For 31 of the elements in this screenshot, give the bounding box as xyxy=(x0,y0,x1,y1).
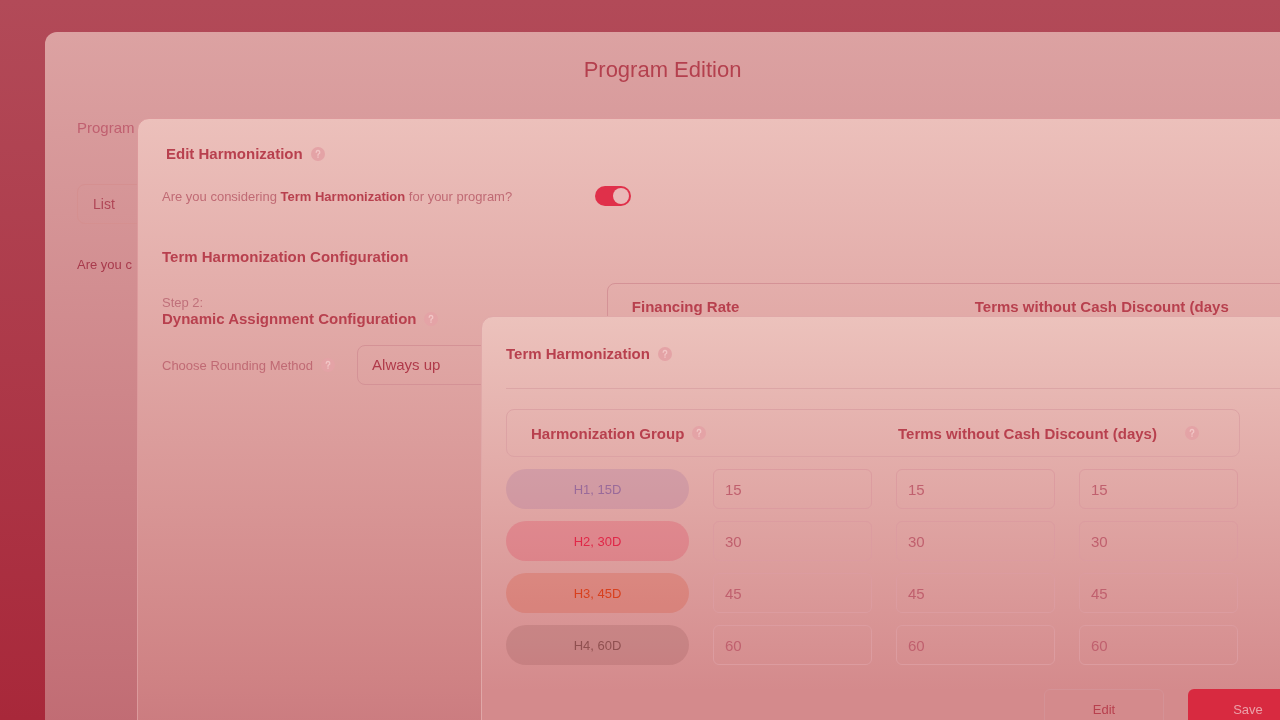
input-field[interactable]: 15 xyxy=(713,469,872,509)
question-text: Are you c xyxy=(77,257,132,272)
section-title: Term Harmonization Configuration xyxy=(162,248,410,265)
column-header: Harmonization Group xyxy=(531,424,685,442)
column-header: Terms without Cash Discount (days xyxy=(974,298,1229,317)
column-header: Terms without Cash Discount (days) xyxy=(898,424,1157,442)
help-icon[interactable] xyxy=(657,346,672,361)
toggle-switch[interactable] xyxy=(595,186,631,206)
input-field[interactable]: 30 xyxy=(1079,521,1238,561)
input-field[interactable]: 30 xyxy=(896,521,1055,561)
column-header: Financing Rate xyxy=(631,298,741,317)
input-field[interactable]: 45 xyxy=(713,573,872,613)
input-field[interactable]: 30 xyxy=(713,521,872,561)
group-tag: H2, 30D xyxy=(506,521,689,561)
edit-button[interactable]: Edit xyxy=(1044,689,1164,720)
help-icon[interactable] xyxy=(424,311,439,326)
window-title: Program Edition xyxy=(582,57,743,83)
input-field[interactable]: 15 xyxy=(896,469,1055,509)
input-field[interactable]: 15 xyxy=(1079,469,1238,509)
tab-label[interactable]: Program xyxy=(77,119,135,136)
step-label: Step 2: xyxy=(162,295,205,310)
field-label: Choose Rounding Method xyxy=(162,357,314,373)
help-icon[interactable] xyxy=(310,146,325,161)
step-title: Dynamic Assignment Configuration xyxy=(162,310,417,327)
save-button[interactable]: Save xyxy=(1188,689,1280,720)
input-field[interactable]: 45 xyxy=(1079,573,1238,613)
help-icon[interactable] xyxy=(692,426,707,440)
group-tag: H3, 45D xyxy=(506,573,689,613)
panel-title: Edit Harmonization xyxy=(166,145,303,162)
help-icon[interactable] xyxy=(1184,426,1199,440)
input-field[interactable]: 45 xyxy=(896,573,1055,613)
